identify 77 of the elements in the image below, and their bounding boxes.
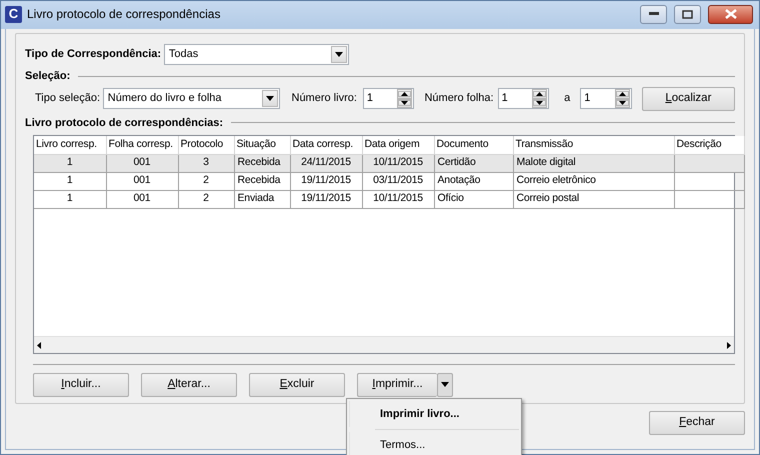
spin-field[interactable]: 1 (498, 88, 550, 109)
column-header[interactable]: Folha corresp. (106, 136, 178, 154)
field-label: Número folha: (424, 91, 494, 106)
column-header[interactable]: Transmissão (513, 136, 674, 154)
field-label: Número livro: (292, 91, 357, 106)
close-button[interactable] (708, 4, 753, 24)
action-button[interactable]: Alterar... (141, 373, 237, 397)
table-cell: Recebida (234, 154, 290, 172)
column-header[interactable]: Data corresp. (290, 136, 362, 154)
column-header[interactable]: Livro corresp. (34, 136, 106, 154)
table-cell: 001 (106, 154, 178, 172)
column-header[interactable]: Documento (434, 136, 513, 154)
table-cell: 19/11/2015 (290, 190, 362, 208)
dropdown-arrow-icon (266, 96, 274, 101)
table-row[interactable]: 1 001 2 Enviada 19/11/2015 10/11/2015 Ofício Correio postal (34, 190, 744, 208)
menu-item[interactable]: Imprimir livro... (349, 401, 519, 427)
horizontal-scrollbar[interactable] (34, 336, 734, 353)
up-arrow-icon (398, 90, 412, 97)
table-cell: 1 (34, 172, 106, 190)
maximize-button[interactable] (674, 4, 701, 24)
print-button[interactable]: Imprimir... (357, 373, 437, 397)
table-cell: 10/11/2015 (362, 190, 434, 208)
spin-field[interactable]: 1 (362, 88, 414, 109)
table-cell: 1 (34, 190, 106, 208)
up-arrow-icon (616, 90, 629, 97)
down-arrow-icon (616, 100, 629, 106)
table-cell: Recebida (234, 172, 290, 190)
table-cell: Enviada (234, 190, 290, 208)
table-cell: 03/11/2015 (362, 172, 434, 190)
column-header[interactable]: Descrição (674, 136, 744, 154)
close-dialog-button[interactable]: Fechar (649, 411, 745, 435)
table-cell: 24/11/2015 (290, 154, 362, 172)
up-arrow-icon (533, 90, 546, 97)
column-header[interactable]: Data origem (362, 136, 434, 154)
table-cell: 10/11/2015 (362, 154, 434, 172)
table-cell: 3 (178, 154, 234, 172)
menu-item[interactable]: Termos... (349, 432, 519, 455)
window-title: Livro protocolo de correspondências (27, 6, 222, 23)
spin-field[interactable]: 1 (580, 88, 632, 109)
table-cell: 19/11/2015 (290, 172, 362, 190)
table-cell: Correio postal (513, 190, 674, 208)
minimize-icon (648, 12, 658, 16)
app-icon: C (5, 6, 22, 22)
table-row[interactable]: 1 001 2 Recebida 19/11/2015 03/11/2015 Anotação Correio eletrônico (34, 172, 744, 190)
down-arrow-icon (533, 100, 546, 106)
table-cell: Ofício (434, 190, 513, 208)
minimize-button[interactable] (640, 4, 667, 24)
left-arrow-icon (37, 342, 41, 348)
down-arrow-icon (398, 100, 412, 106)
dropdown[interactable]: Todas (164, 44, 349, 65)
table-cell: Certidão (434, 154, 513, 172)
maximize-icon (682, 10, 693, 18)
section-heading: Livro protocolo de correspondências: (25, 116, 224, 130)
close-icon (724, 9, 736, 19)
action-button[interactable]: Incluir... (33, 373, 129, 397)
table-row[interactable]: 1 001 3 Recebida 24/11/2015 10/11/2015 Certidão Malote digital (34, 154, 744, 172)
dropdown-button[interactable] (437, 373, 453, 397)
action-button[interactable]: Excluir (249, 373, 345, 397)
table-cell: 2 (178, 172, 234, 190)
table-cell: 1 (34, 154, 106, 172)
table-cell: Malote digital (513, 154, 674, 172)
dropdown[interactable]: Número do livro e folha (102, 88, 280, 109)
table-cell: 001 (106, 172, 178, 190)
search-button[interactable]: Localizar (642, 86, 735, 110)
table-cell: Correio eletrônico (513, 172, 674, 190)
table-cell: 2 (178, 190, 234, 208)
field-label: a (564, 91, 570, 106)
field-label: Tipo de Correspondência: (25, 47, 162, 62)
table-cell: 001 (106, 190, 178, 208)
column-header[interactable]: Protocolo (178, 136, 234, 154)
field-label: Tipo seleção: (35, 91, 100, 106)
section-heading: Seleção: (25, 69, 70, 84)
right-arrow-icon (727, 342, 731, 348)
dropdown-arrow-icon (334, 52, 343, 57)
caret-icon (441, 382, 449, 387)
column-header[interactable]: Situação (234, 136, 290, 154)
table-cell: Anotação (434, 172, 513, 190)
